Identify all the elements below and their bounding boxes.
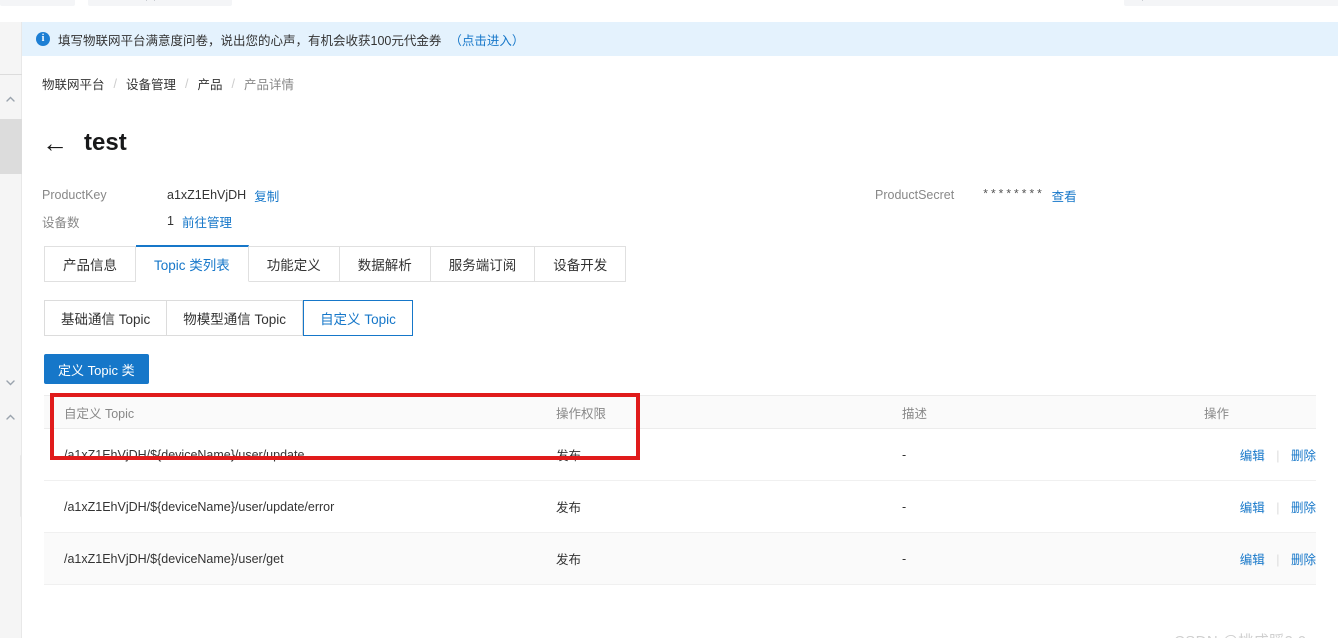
cell-permission: 发布: [556, 497, 902, 516]
product-key-label: ProductKey: [42, 188, 167, 202]
tab-topic-list[interactable]: Topic 类列表: [136, 245, 249, 282]
cell-description: -: [902, 552, 1204, 566]
breadcrumb-item-product[interactable]: 产品: [198, 74, 223, 93]
back-arrow-icon[interactable]: ←: [42, 130, 68, 156]
cell-actions: 编辑 | 删除: [1204, 445, 1316, 464]
action-separator: |: [1276, 553, 1279, 567]
copy-product-key-link[interactable]: 复制: [254, 186, 279, 205]
goto-device-management-link[interactable]: 前往管理: [182, 212, 232, 231]
tab-data-parsing[interactable]: 数据解析: [340, 246, 431, 282]
chip-tick-icon: [1142, 0, 1143, 1]
product-secret-row: ProductSecret ******** 查看: [875, 182, 1077, 208]
column-header-permission: 操作权限: [556, 403, 902, 422]
rail-divider: [0, 74, 22, 75]
tab-device-development[interactable]: 设备开发: [535, 246, 626, 282]
edit-topic-link[interactable]: 编辑: [1240, 449, 1265, 463]
table-row: /a1xZ1EhVjDH/${deviceName}/user/update/e…: [44, 481, 1316, 533]
chevron-up-icon[interactable]: [5, 94, 16, 105]
breadcrumb-separator: /: [114, 77, 117, 91]
cell-topic: /a1xZ1EhVjDH/${deviceName}/user/update: [44, 448, 556, 462]
info-circle-icon: i: [36, 32, 50, 46]
cell-description: -: [902, 448, 1204, 462]
device-count-label: 设备数: [42, 212, 167, 231]
column-header-description: 描述: [902, 403, 1204, 422]
chevron-up-icon[interactable]: [5, 412, 16, 423]
tab-product-info[interactable]: 产品信息: [44, 246, 136, 282]
cell-description: -: [902, 500, 1204, 514]
column-header-actions: 操作: [1204, 403, 1316, 422]
product-key-value: a1xZ1EhVjDH: [167, 188, 246, 202]
cell-permission: 发布: [556, 445, 902, 464]
page-content: i 填写物联网平台满意度问卷，说出您的心声，有机会收获100元代金券 （点击进入…: [22, 22, 1338, 638]
table-header-row: 自定义 Topic 操作权限 描述 操作: [44, 395, 1316, 429]
breadcrumb-item-product-detail: 产品详情: [244, 74, 294, 93]
breadcrumb-separator: /: [232, 77, 235, 91]
action-separator: |: [1276, 501, 1279, 515]
product-secret-value: ********: [982, 188, 1044, 202]
banner-message: 填写物联网平台满意度问卷，说出您的心声，有机会收获100元代金券: [58, 30, 441, 49]
top-chip-mid: [88, 0, 232, 6]
table-row: /a1xZ1EhVjDH/${deviceName}/user/get 发布 -…: [44, 533, 1316, 585]
chip-tick-icon: [154, 0, 155, 1]
tab-function-definition[interactable]: 功能定义: [249, 246, 340, 282]
custom-topic-table: 自定义 Topic 操作权限 描述 操作 /a1xZ1EhVjDH/${devi…: [44, 395, 1316, 585]
define-topic-class-button[interactable]: 定义 Topic 类: [44, 354, 149, 384]
product-meta-left: ProductKey a1xZ1EhVjDH 复制 设备数 1 前往管理: [42, 182, 279, 234]
chip-tick-icon: [146, 0, 147, 1]
cell-actions: 编辑 | 删除: [1204, 549, 1316, 568]
edit-topic-link[interactable]: 编辑: [1240, 501, 1265, 515]
banner-link[interactable]: （点击进入）: [449, 30, 524, 49]
notification-banner: i 填写物联网平台满意度问卷，说出您的心声，有机会收获100元代金券 （点击进入…: [22, 22, 1338, 56]
page-title: test: [84, 131, 127, 155]
delete-topic-link[interactable]: 删除: [1291, 501, 1316, 515]
delete-topic-link[interactable]: 删除: [1291, 553, 1316, 567]
cell-topic: /a1xZ1EhVjDH/${deviceName}/user/update/e…: [44, 500, 556, 514]
breadcrumb-separator: /: [185, 77, 188, 91]
rail-selected-block: [0, 119, 22, 174]
watermark: CSDN @桃成蹊2.0: [1174, 630, 1307, 638]
device-count-value: 1: [167, 214, 174, 228]
cell-permission: 发布: [556, 549, 902, 568]
top-chip-left: [0, 0, 75, 6]
breadcrumb: 物联网平台 / 设备管理 / 产品 / 产品详情: [42, 74, 294, 93]
chevron-down-icon[interactable]: [5, 377, 16, 388]
view-product-secret-link[interactable]: 查看: [1052, 186, 1077, 205]
segment-custom-topic[interactable]: 自定义 Topic: [303, 300, 413, 336]
action-separator: |: [1276, 449, 1279, 463]
top-chrome-strip: [0, 0, 1338, 22]
breadcrumb-item-device-management[interactable]: 设备管理: [126, 74, 176, 93]
device-count-row: 设备数 1 前往管理: [42, 208, 279, 234]
segment-basic-communication-topic[interactable]: 基础通信 Topic: [44, 300, 167, 336]
breadcrumb-item-iot-platform[interactable]: 物联网平台: [42, 74, 105, 93]
topic-category-segmented-control: 基础通信 Topic 物模型通信 Topic 自定义 Topic: [44, 300, 413, 336]
app-root: i 填写物联网平台满意度问卷，说出您的心声，有机会收获100元代金券 （点击进入…: [0, 0, 1338, 638]
cell-topic: /a1xZ1EhVjDH/${deviceName}/user/get: [44, 552, 556, 566]
column-header-custom-topic: 自定义 Topic: [44, 403, 556, 422]
delete-topic-link[interactable]: 删除: [1291, 449, 1316, 463]
cell-actions: 编辑 | 删除: [1204, 497, 1316, 516]
tab-server-subscription[interactable]: 服务端订阅: [431, 246, 536, 282]
page-header: ← test: [42, 130, 127, 156]
table-row: /a1xZ1EhVjDH/${deviceName}/user/update 发…: [44, 429, 1316, 481]
segment-tsl-communication-topic[interactable]: 物模型通信 Topic: [167, 300, 303, 336]
product-secret-label: ProductSecret: [875, 188, 982, 202]
left-nav-rail: [0, 22, 22, 638]
top-chip-right: [1124, 0, 1338, 6]
edit-topic-link[interactable]: 编辑: [1240, 553, 1265, 567]
product-key-row: ProductKey a1xZ1EhVjDH 复制: [42, 182, 279, 208]
main-tabs: 产品信息 Topic 类列表 功能定义 数据解析 服务端订阅 设备开发: [44, 246, 626, 282]
